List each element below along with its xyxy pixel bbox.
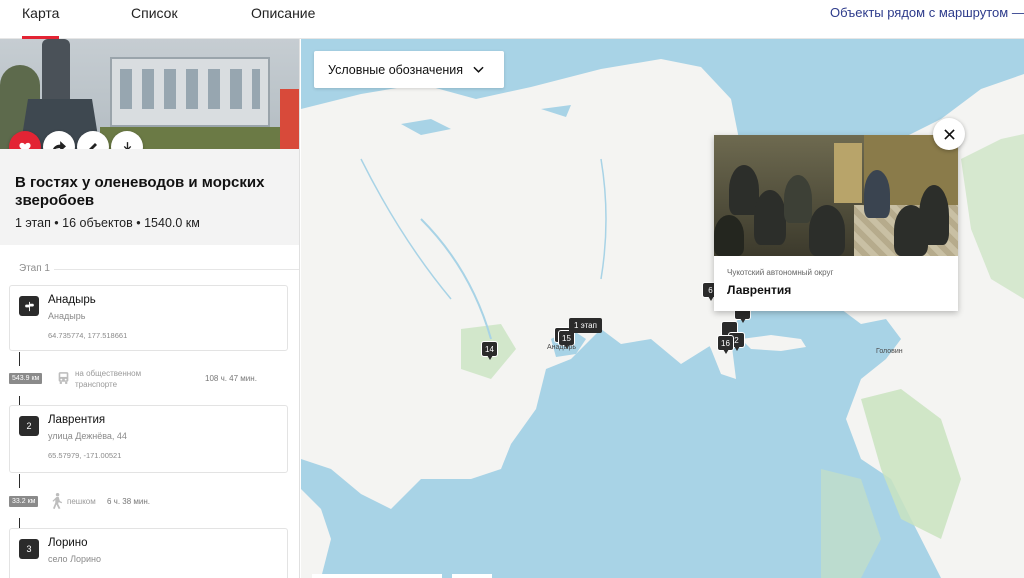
stage-tooltip: 1 этап (569, 318, 602, 333)
point-marker (19, 296, 39, 316)
segment-mode: пешком (67, 497, 96, 506)
walk-icon (52, 493, 63, 509)
point-address: Анадырь (48, 311, 86, 321)
segment-distance: 543.9 км (9, 373, 43, 384)
tab-map[interactable]: Карта (22, 5, 60, 39)
route-meta: 1 этап • 16 объектов • 1540.0 км (15, 216, 200, 230)
route-info: В гостях у оленеводов и морских зверобое… (0, 149, 299, 245)
nearby-objects-link[interactable]: Объекты рядом с маршрутом — 2 (830, 5, 1024, 20)
tab-description[interactable]: Описание (251, 5, 315, 27)
point-number: 2 (19, 416, 39, 436)
point-name: Лорино (48, 537, 88, 549)
signpost-icon (24, 301, 34, 311)
map-marker[interactable]: 16 (717, 335, 734, 354)
place-region: Чукотский автономный округ (727, 268, 834, 277)
place-popup[interactable]: Чукотский автономный округ Лаврентия (714, 135, 958, 311)
route-segment: 33.2 км пешком 6 ч. 38 мин. (9, 493, 291, 510)
map-marker[interactable]: 14 (481, 341, 498, 360)
legend-label: Условные обозначения (328, 62, 464, 77)
route-connector (19, 352, 20, 366)
point-address: село Лорино (48, 554, 101, 564)
map-control[interactable] (452, 574, 492, 578)
tab-list[interactable]: Список (131, 5, 178, 27)
route-panel: В гостях у оленеводов и морских зверобое… (0, 39, 300, 578)
segment-mode: на общественном транспорте (75, 369, 142, 389)
point-number: 3 (19, 539, 39, 559)
segment-duration: 6 ч. 38 мин. (107, 497, 151, 506)
route-cover-photo (0, 39, 299, 149)
segment-duration: 108 ч. 47 мин. (205, 374, 257, 383)
segment-distance: 33.2 км (9, 496, 39, 507)
town-label: Головин (876, 348, 903, 355)
route-point-card[interactable]: 3 Лорино село Лорино (9, 528, 288, 578)
chevron-down-icon (473, 66, 484, 73)
point-address: улица Дежнёва, 44 (48, 431, 127, 441)
top-nav: Карта Список Описание Объекты рядом с ма… (0, 0, 1024, 39)
stage-label: Этап 1 (19, 263, 50, 274)
legend-dropdown[interactable]: Условные обозначения (314, 51, 504, 88)
map-view[interactable]: Условные обозначения 14 15 1 этап Анадыр… (301, 39, 1024, 578)
city-label: Анадырь (547, 344, 577, 351)
map-control[interactable] (312, 574, 442, 578)
route-point-card[interactable]: 2 Лаврентия улица Дежнёва, 44 65.57979, … (9, 405, 288, 473)
route-connector (19, 474, 20, 488)
route-title: В гостях у оленеводов и морских зверобое… (15, 174, 265, 209)
place-photo (714, 135, 958, 256)
route-connector (19, 518, 20, 528)
place-name: Лаврентия (727, 283, 792, 297)
route-connector (19, 396, 20, 405)
bus-icon (58, 372, 69, 384)
route-point-card[interactable]: Анадырь Анадырь 64.735774, 177.518661 (9, 285, 288, 351)
point-name: Лаврентия (48, 414, 106, 426)
route-segment: 543.9 км на общественном транспорте 108 … (9, 369, 291, 389)
close-icon (943, 128, 955, 140)
stage-divider (54, 269, 299, 270)
point-coords: 64.735774, 177.518661 (48, 331, 128, 340)
close-popup-button[interactable] (933, 118, 965, 150)
point-coords: 65.57979, -171.00521 (48, 451, 122, 460)
point-name: Анадырь (48, 294, 96, 306)
